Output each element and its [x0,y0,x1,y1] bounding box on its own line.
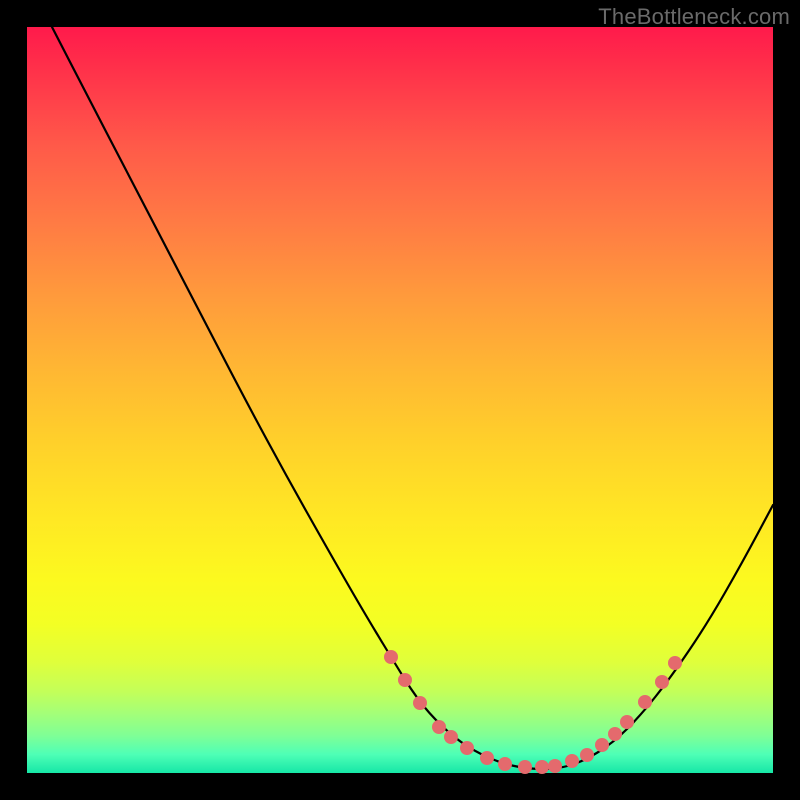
bottleneck-curve [52,27,773,769]
marker-dot [535,760,549,774]
marker-dot [498,757,512,771]
marker-dot [432,720,446,734]
marker-dot [620,715,634,729]
marker-dot [480,751,494,765]
marker-dot [655,675,669,689]
marker-dot [548,759,562,773]
marker-dot [638,695,652,709]
curve-svg [27,27,773,773]
marker-dot [595,738,609,752]
chart-frame: TheBottleneck.com [0,0,800,800]
marker-dot [668,656,682,670]
marker-dot [608,727,622,741]
marker-dot [398,673,412,687]
marker-dot [384,650,398,664]
marker-dot [580,748,594,762]
marker-dot [413,696,427,710]
plot-area [27,27,773,773]
marker-dot [460,741,474,755]
marker-dot [565,754,579,768]
marker-dot [518,760,532,774]
marker-dot [444,730,458,744]
